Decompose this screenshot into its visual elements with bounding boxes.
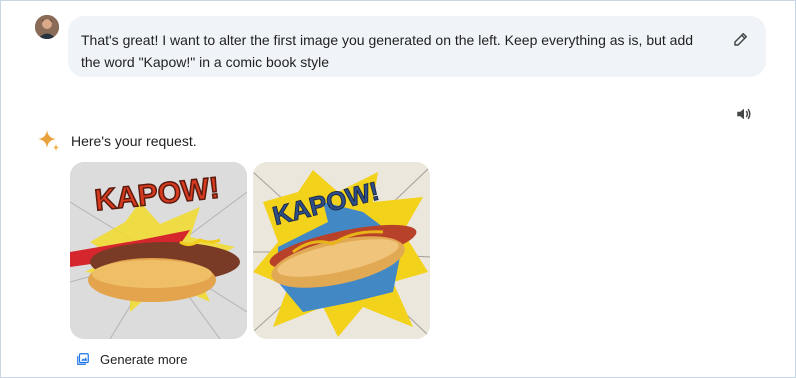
generate-more-label: Generate more <box>100 351 188 367</box>
sparkle-icon <box>36 128 62 154</box>
generate-more-button[interactable]: Generate more <box>76 348 187 370</box>
response-text: Here's your request. <box>71 133 197 149</box>
speaker-icon <box>737 108 751 120</box>
read-aloud-button[interactable] <box>733 103 755 125</box>
pencil-icon <box>734 33 747 46</box>
edit-prompt-button[interactable] <box>730 28 752 50</box>
image-stack-icon <box>77 353 89 365</box>
user-avatar <box>35 15 59 39</box>
generated-image-1[interactable]: KAPOW! <box>70 162 247 339</box>
user-message-text: That's great! I want to alter the first … <box>81 32 694 70</box>
generated-image-2[interactable]: KAPOW! <box>253 162 430 339</box>
user-message-bubble: That's great! I want to alter the first … <box>68 16 766 77</box>
